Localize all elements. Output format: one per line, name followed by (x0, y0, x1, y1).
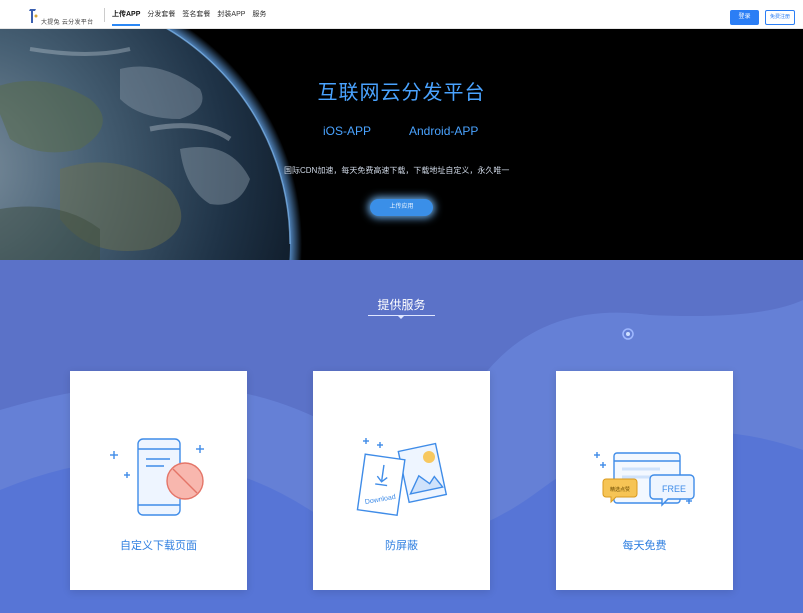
logo-divider (104, 8, 105, 22)
login-button[interactable]: 登录 (730, 10, 759, 25)
service-label-anti-block: 防屏蔽 (385, 540, 418, 552)
badge-text: 精选点赞 (610, 486, 630, 493)
ios-app-link[interactable]: iOS-APP (323, 124, 371, 138)
top-navbar: 大提兔 云分发平台 上传APP 分发套餐 签名套餐 封装APP 服务 登录 免费… (0, 0, 803, 29)
nav-item-distribution-plans[interactable]: 分发套餐 (147, 0, 175, 29)
android-app-link[interactable]: Android-APP (409, 124, 478, 138)
hero-banner: 互联网云分发平台 iOS-APP Android-APP 国际CDN加速，每天免… (0, 29, 803, 260)
earth-illustration (0, 29, 302, 260)
nav-item-upload-app[interactable]: 上传APP (112, 0, 141, 29)
nav-item-services[interactable]: 服务 (252, 0, 266, 29)
logo-icon (29, 9, 38, 23)
main-nav: 上传APP 分发套餐 签名套餐 封装APP 服务 (112, 0, 273, 29)
service-card-daily-free[interactable]: FREE 精选点赞 每天免费 (556, 371, 733, 590)
logo-text: 大提兔 云分发平台 (41, 20, 94, 26)
free-text: FREE (662, 484, 686, 494)
nav-item-signing-plans[interactable]: 签名套餐 (182, 0, 210, 29)
free-chat-icon: FREE 精选点赞 (594, 452, 695, 507)
upload-app-button[interactable]: 上传应用 (370, 199, 433, 216)
title-caret-icon (397, 315, 405, 319)
service-card-custom-page[interactable]: 自定义下载页面 (70, 371, 247, 590)
hero-title: 互联网云分发平台 (317, 82, 486, 104)
anti-block-download-icon: Download (356, 438, 448, 517)
service-label-daily-free: 每天免费 (622, 540, 667, 552)
custom-phone-icon (110, 438, 204, 516)
service-card-anti-block[interactable]: Download 防屏蔽 (313, 371, 490, 590)
nav-item-package-app[interactable]: 封装APP (217, 0, 245, 29)
register-button[interactable]: 免费注册 (765, 10, 795, 25)
services-title: 提供服务 (377, 298, 426, 312)
service-label-custom-page: 自定义下载页面 (120, 540, 197, 552)
services-section: 提供服务 自定义下载页面 Download 防屏蔽 FREE 精选点赞 每天免费 (0, 260, 803, 613)
hero-description: 国际CDN加速，每天免费高速下载，下载地址自定义，永久唯一 (284, 166, 510, 175)
logo[interactable]: 大提兔 云分发平台 (27, 7, 99, 26)
